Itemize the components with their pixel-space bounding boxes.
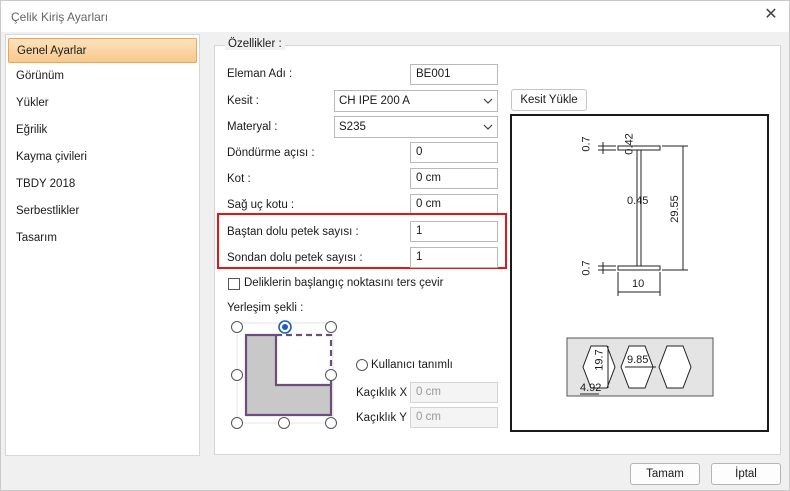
placement-label: Yerleşim şekli : (227, 302, 304, 314)
dim-web-thickness: 0.45 (627, 195, 649, 207)
sidebar-item-releases[interactable]: Serbestlikler (8, 199, 197, 224)
rotation-label: Döndürme açısı : (227, 147, 315, 159)
dim-height: 29.55 (668, 195, 681, 223)
anchor-radio-middle-right[interactable] (325, 369, 337, 381)
cancel-button[interactable]: İptal (711, 463, 781, 485)
rotation-field[interactable]: 0 (410, 142, 498, 163)
right-end-elevation-field[interactable]: 0 cm (410, 194, 498, 215)
sidebar: Genel Ayarlar Görünüm Yükler Eğrilik Kay… (5, 34, 200, 456)
sidebar-item-general[interactable]: Genel Ayarlar (8, 38, 197, 63)
offset-x-label: Kaçıklık X : (356, 387, 414, 399)
section-label: Kesit : (227, 95, 259, 107)
dim-edge-offset: 4.92 (580, 382, 602, 394)
start-full-cells-field[interactable]: 1 (410, 221, 498, 242)
chevron-down-icon (483, 98, 493, 104)
dim-cell-spacing: 9.85 (627, 354, 649, 366)
sidebar-item-tbdy2018[interactable]: TBDY 2018 (8, 172, 197, 197)
sidebar-item-appearance[interactable]: Görünüm (8, 64, 197, 89)
close-icon[interactable]: ✕ (763, 7, 779, 23)
anchor-radio-top-left[interactable] (231, 321, 243, 333)
sidebar-item-camber[interactable]: Eğrilik (8, 118, 197, 143)
title-bar: Çelik Kiriş Ayarları ✕ (1, 1, 789, 32)
load-section-button[interactable]: Kesit Yükle (511, 89, 587, 111)
start-full-cells-label: Baştan dolu petek sayısı : (227, 226, 359, 238)
elevation-label: Kot : (227, 173, 251, 185)
anchor-radio-bottom-center[interactable] (278, 417, 290, 429)
dim-cell-height: 19.7 (593, 349, 606, 371)
right-end-elevation-label: Sağ uç kotu : (227, 199, 295, 211)
offset-y-field[interactable]: 0 cm (410, 407, 498, 428)
chevron-down-icon (483, 124, 493, 130)
dim-flange-width: 10 (632, 278, 645, 290)
dim-flange-bottom: 0.7 (580, 260, 593, 276)
material-label: Materyal : (227, 121, 278, 133)
element-name-field[interactable]: BE001 (410, 64, 498, 85)
settings-dialog: Çelik Kiriş Ayarları ✕ Genel Ayarlar Gör… (0, 0, 790, 491)
offset-x-field[interactable]: 0 cm (410, 382, 498, 403)
anchor-radio-top-center[interactable] (278, 320, 292, 334)
element-name-label: Eleman Adı : (227, 68, 293, 80)
anchor-radio-top-right[interactable] (325, 321, 337, 333)
user-defined-radio[interactable] (356, 359, 368, 371)
window-title: Çelik Kiriş Ayarları (11, 10, 109, 24)
reverse-holes-label: Deliklerin başlangıç noktasını ters çevi… (244, 277, 444, 289)
anchor-radio-bottom-left[interactable] (231, 417, 243, 429)
material-select[interactable]: S235 (334, 116, 498, 138)
dim-flange-top: 0.7 (580, 136, 593, 152)
sidebar-item-loads[interactable]: Yükler (8, 91, 197, 116)
user-defined-label: Kullanıcı tanımlı (371, 359, 453, 371)
end-full-cells-field[interactable]: 1 (410, 247, 498, 268)
elevation-field[interactable]: 0 cm (410, 168, 498, 189)
anchor-radio-bottom-right[interactable] (325, 417, 337, 429)
properties-group-title: Özellikler : (225, 38, 285, 50)
ok-button[interactable]: Tamam (630, 463, 700, 485)
offset-y-label: Kaçıklık Y : (356, 412, 414, 424)
sidebar-item-shear-studs[interactable]: Kayma çivileri (8, 145, 197, 170)
section-preview: 0.7 0.42 0.45 29.55 0.7 10 19.7 9.85 4.9… (510, 114, 769, 432)
anchor-radio-middle-left[interactable] (231, 369, 243, 381)
sidebar-item-design[interactable]: Tasarım (8, 226, 197, 251)
end-full-cells-label: Sondan dolu petek sayısı : (227, 252, 363, 264)
section-select[interactable]: CH IPE 200 A (334, 90, 498, 112)
dim-flange-top-label: 0.42 (623, 133, 636, 155)
section-drawing (566, 142, 714, 397)
reverse-holes-checkbox[interactable] (228, 278, 240, 290)
